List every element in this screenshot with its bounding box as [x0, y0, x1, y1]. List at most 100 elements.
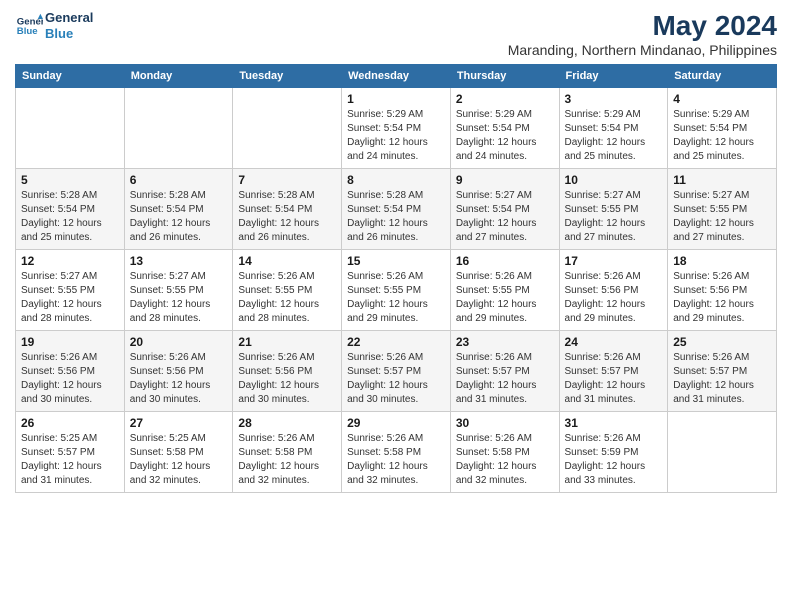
subtitle: Maranding, Northern Mindanao, Philippine…	[508, 42, 777, 58]
calendar-cell	[16, 88, 125, 169]
day-number: 23	[456, 335, 554, 349]
day-info: Sunrise: 5:25 AM Sunset: 5:57 PM Dayligh…	[21, 432, 119, 488]
day-number: 1	[347, 92, 445, 106]
day-number: 28	[238, 416, 336, 430]
day-info: Sunrise: 5:26 AM Sunset: 5:56 PM Dayligh…	[21, 351, 119, 407]
calendar-cell: 6 Sunrise: 5:28 AM Sunset: 5:54 PM Daylig…	[124, 169, 233, 250]
day-number: 13	[130, 254, 228, 268]
day-number: 9	[456, 173, 554, 187]
title-area: May 2024 Maranding, Northern Mindanao, P…	[508, 10, 777, 58]
day-info: Sunrise: 5:28 AM Sunset: 5:54 PM Dayligh…	[130, 189, 228, 245]
day-number: 12	[21, 254, 119, 268]
day-info: Sunrise: 5:26 AM Sunset: 5:55 PM Dayligh…	[347, 270, 445, 326]
day-number: 31	[565, 416, 663, 430]
day-info: Sunrise: 5:26 AM Sunset: 5:57 PM Dayligh…	[565, 351, 663, 407]
calendar-cell: 30 Sunrise: 5:26 AM Sunset: 5:58 PM Dayli…	[450, 412, 559, 493]
calendar-cell: 14 Sunrise: 5:26 AM Sunset: 5:55 PM Dayli…	[233, 250, 342, 331]
day-header-tuesday: Tuesday	[233, 65, 342, 88]
day-info: Sunrise: 5:26 AM Sunset: 5:57 PM Dayligh…	[673, 351, 771, 407]
day-number: 11	[673, 173, 771, 187]
day-info: Sunrise: 5:26 AM Sunset: 5:58 PM Dayligh…	[347, 432, 445, 488]
logo-text: General Blue	[45, 10, 93, 41]
day-info: Sunrise: 5:26 AM Sunset: 5:56 PM Dayligh…	[130, 351, 228, 407]
day-info: Sunrise: 5:28 AM Sunset: 5:54 PM Dayligh…	[21, 189, 119, 245]
day-number: 20	[130, 335, 228, 349]
day-info: Sunrise: 5:28 AM Sunset: 5:54 PM Dayligh…	[347, 189, 445, 245]
day-info: Sunrise: 5:27 AM Sunset: 5:55 PM Dayligh…	[565, 189, 663, 245]
day-info: Sunrise: 5:26 AM Sunset: 5:57 PM Dayligh…	[456, 351, 554, 407]
day-header-monday: Monday	[124, 65, 233, 88]
calendar-cell: 25 Sunrise: 5:26 AM Sunset: 5:57 PM Dayli…	[668, 331, 777, 412]
calendar-cell: 24 Sunrise: 5:26 AM Sunset: 5:57 PM Dayli…	[559, 331, 668, 412]
calendar-cell: 16 Sunrise: 5:26 AM Sunset: 5:55 PM Dayli…	[450, 250, 559, 331]
day-info: Sunrise: 5:26 AM Sunset: 5:55 PM Dayligh…	[456, 270, 554, 326]
day-info: Sunrise: 5:25 AM Sunset: 5:58 PM Dayligh…	[130, 432, 228, 488]
calendar-cell: 21 Sunrise: 5:26 AM Sunset: 5:56 PM Dayli…	[233, 331, 342, 412]
day-number: 7	[238, 173, 336, 187]
day-number: 19	[21, 335, 119, 349]
calendar-cell: 5 Sunrise: 5:28 AM Sunset: 5:54 PM Daylig…	[16, 169, 125, 250]
calendar-week-row: 12 Sunrise: 5:27 AM Sunset: 5:55 PM Dayli…	[16, 250, 777, 331]
day-number: 6	[130, 173, 228, 187]
calendar-week-row: 1 Sunrise: 5:29 AM Sunset: 5:54 PM Daylig…	[16, 88, 777, 169]
day-number: 25	[673, 335, 771, 349]
day-number: 26	[21, 416, 119, 430]
calendar-cell	[124, 88, 233, 169]
day-number: 15	[347, 254, 445, 268]
day-info: Sunrise: 5:26 AM Sunset: 5:55 PM Dayligh…	[238, 270, 336, 326]
calendar-week-row: 19 Sunrise: 5:26 AM Sunset: 5:56 PM Dayli…	[16, 331, 777, 412]
calendar-table: SundayMondayTuesdayWednesdayThursdayFrid…	[15, 64, 777, 493]
day-info: Sunrise: 5:27 AM Sunset: 5:55 PM Dayligh…	[130, 270, 228, 326]
day-number: 14	[238, 254, 336, 268]
day-number: 30	[456, 416, 554, 430]
calendar-cell: 15 Sunrise: 5:26 AM Sunset: 5:55 PM Dayli…	[342, 250, 451, 331]
calendar-cell: 23 Sunrise: 5:26 AM Sunset: 5:57 PM Dayli…	[450, 331, 559, 412]
day-info: Sunrise: 5:29 AM Sunset: 5:54 PM Dayligh…	[673, 108, 771, 164]
day-info: Sunrise: 5:26 AM Sunset: 5:56 PM Dayligh…	[565, 270, 663, 326]
day-number: 10	[565, 173, 663, 187]
day-info: Sunrise: 5:26 AM Sunset: 5:56 PM Dayligh…	[238, 351, 336, 407]
day-number: 18	[673, 254, 771, 268]
calendar-cell: 26 Sunrise: 5:25 AM Sunset: 5:57 PM Dayli…	[16, 412, 125, 493]
calendar-cell: 31 Sunrise: 5:26 AM Sunset: 5:59 PM Dayli…	[559, 412, 668, 493]
day-number: 2	[456, 92, 554, 106]
day-info: Sunrise: 5:26 AM Sunset: 5:58 PM Dayligh…	[456, 432, 554, 488]
day-header-saturday: Saturday	[668, 65, 777, 88]
calendar-cell: 17Sunrise: 5:26 AM Sunset: 5:56 PM Dayli…	[559, 250, 668, 331]
day-info: Sunrise: 5:27 AM Sunset: 5:55 PM Dayligh…	[673, 189, 771, 245]
calendar-cell: 28 Sunrise: 5:26 AM Sunset: 5:58 PM Dayli…	[233, 412, 342, 493]
calendar-cell: 7Sunrise: 5:28 AM Sunset: 5:54 PM Daylig…	[233, 169, 342, 250]
calendar-cell: 9 Sunrise: 5:27 AM Sunset: 5:54 PM Daylig…	[450, 169, 559, 250]
calendar-cell: 19 Sunrise: 5:26 AM Sunset: 5:56 PM Dayli…	[16, 331, 125, 412]
day-info: Sunrise: 5:29 AM Sunset: 5:54 PM Dayligh…	[347, 108, 445, 164]
day-info: Sunrise: 5:26 AM Sunset: 5:57 PM Dayligh…	[347, 351, 445, 407]
header: General Blue General Blue May 2024 Maran…	[15, 10, 777, 58]
day-info: Sunrise: 5:29 AM Sunset: 5:54 PM Dayligh…	[456, 108, 554, 164]
day-number: 24	[565, 335, 663, 349]
day-number: 5	[21, 173, 119, 187]
day-header-thursday: Thursday	[450, 65, 559, 88]
calendar-cell: 29Sunrise: 5:26 AM Sunset: 5:58 PM Dayli…	[342, 412, 451, 493]
calendar-cell	[668, 412, 777, 493]
calendar-cell: 12Sunrise: 5:27 AM Sunset: 5:55 PM Dayli…	[16, 250, 125, 331]
day-number: 16	[456, 254, 554, 268]
logo-icon: General Blue	[15, 12, 43, 40]
calendar-cell: 27 Sunrise: 5:25 AM Sunset: 5:58 PM Dayli…	[124, 412, 233, 493]
calendar-cell: 20 Sunrise: 5:26 AM Sunset: 5:56 PM Dayli…	[124, 331, 233, 412]
day-info: Sunrise: 5:27 AM Sunset: 5:54 PM Dayligh…	[456, 189, 554, 245]
day-number: 4	[673, 92, 771, 106]
day-number: 21	[238, 335, 336, 349]
calendar-week-row: 5 Sunrise: 5:28 AM Sunset: 5:54 PM Daylig…	[16, 169, 777, 250]
calendar-cell: 18Sunrise: 5:26 AM Sunset: 5:56 PM Dayli…	[668, 250, 777, 331]
calendar-week-row: 26 Sunrise: 5:25 AM Sunset: 5:57 PM Dayli…	[16, 412, 777, 493]
calendar-cell: 22Sunrise: 5:26 AM Sunset: 5:57 PM Dayli…	[342, 331, 451, 412]
calendar-cell: 1 Sunrise: 5:29 AM Sunset: 5:54 PM Daylig…	[342, 88, 451, 169]
calendar-cell: 3Sunrise: 5:29 AM Sunset: 5:54 PM Daylig…	[559, 88, 668, 169]
svg-text:Blue: Blue	[17, 25, 38, 36]
day-header-sunday: Sunday	[16, 65, 125, 88]
calendar-cell: 8Sunrise: 5:28 AM Sunset: 5:54 PM Daylig…	[342, 169, 451, 250]
day-info: Sunrise: 5:26 AM Sunset: 5:58 PM Dayligh…	[238, 432, 336, 488]
day-number: 27	[130, 416, 228, 430]
day-info: Sunrise: 5:26 AM Sunset: 5:59 PM Dayligh…	[565, 432, 663, 488]
calendar-cell: 2 Sunrise: 5:29 AM Sunset: 5:54 PM Daylig…	[450, 88, 559, 169]
